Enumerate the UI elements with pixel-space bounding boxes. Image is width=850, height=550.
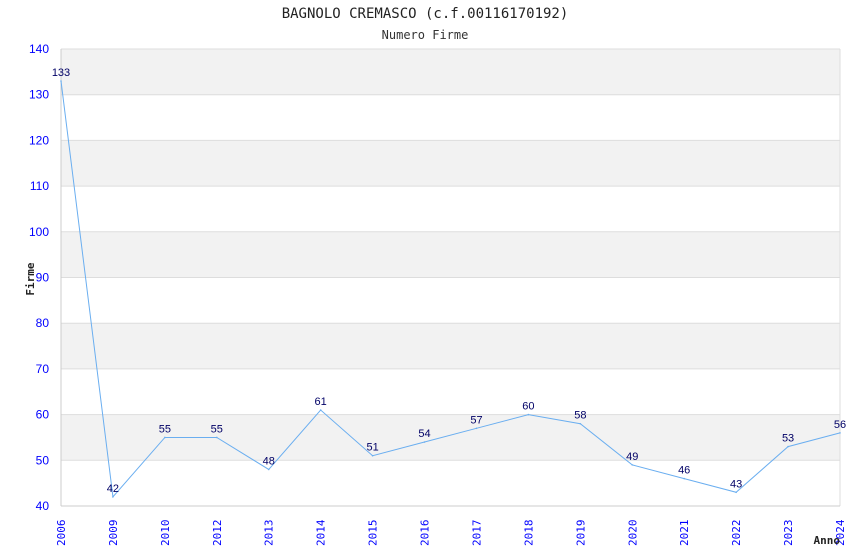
data-point [683, 477, 685, 480]
data-point [839, 432, 841, 434]
y-axis-label: Firme [24, 262, 37, 295]
line-chart: 40 50 60 70 80 90 100 110 120 130 140 2006 2009 2010 2… [24, 42, 847, 547]
x-tick-label: 2013 [263, 520, 276, 547]
y-tick-label: 140 [29, 42, 49, 56]
data-label: 55 [211, 423, 223, 435]
x-tick-label: 2018 [522, 520, 535, 547]
x-tick-label: 2022 [730, 520, 743, 547]
data-label: 57 [470, 414, 482, 426]
data-point [787, 445, 789, 448]
data-point [371, 454, 374, 457]
x-tick-label: 2023 [782, 520, 795, 547]
data-point [631, 464, 634, 466]
grid-band [61, 140, 840, 187]
data-label: 49 [626, 451, 638, 463]
y-tick-label: 50 [36, 453, 50, 467]
data-point [216, 436, 218, 439]
data-label: 55 [159, 423, 171, 435]
x-tick-label: 2017 [470, 520, 483, 547]
y-tick-label: 60 [36, 408, 50, 422]
data-label: 60 [522, 401, 534, 413]
y-tick-label: 40 [36, 499, 50, 513]
x-tick-label: 2015 [367, 520, 380, 547]
y-tick-label: 70 [36, 362, 50, 376]
x-tick-label: 2009 [107, 520, 120, 547]
x-tick-label: 2020 [626, 520, 639, 547]
data-point [527, 413, 530, 416]
data-label: 58 [574, 410, 586, 422]
data-label: 51 [366, 442, 378, 454]
grid-band [61, 49, 840, 95]
data-point [60, 80, 62, 82]
data-label: 54 [418, 428, 430, 440]
data-point [164, 436, 166, 439]
y-tick-label: 110 [30, 179, 49, 193]
data-label: 61 [315, 396, 327, 408]
data-label: 43 [730, 478, 742, 490]
data-point [267, 468, 270, 471]
y-tick-label: 80 [36, 316, 50, 330]
x-tick-label: 2016 [419, 520, 432, 547]
data-label: 56 [834, 419, 846, 431]
data-point [319, 409, 322, 411]
x-tick-label: 2012 [211, 520, 224, 547]
y-tick-label: 90 [36, 271, 50, 285]
grid-band [61, 231, 840, 278]
y-tick-label: 120 [29, 133, 49, 147]
x-tick-label: 2021 [678, 520, 691, 547]
data-point [423, 441, 426, 443]
data-point [475, 427, 478, 430]
data-label: 42 [107, 483, 119, 495]
x-axis-label: Anno [814, 534, 841, 547]
x-tick-label: 2014 [315, 519, 328, 546]
data-label: 53 [782, 433, 794, 445]
x-tick-label: 2010 [159, 520, 172, 547]
x-tick-label: 2019 [574, 520, 587, 547]
data-label: 46 [678, 465, 690, 477]
grid-band [61, 323, 840, 369]
data-point [112, 496, 114, 498]
data-point [735, 491, 737, 494]
y-tick-label: 130 [29, 88, 49, 102]
data-point [579, 422, 582, 425]
data-label: 48 [263, 455, 275, 467]
y-tick-label: 100 [29, 225, 49, 239]
data-label: 133 [52, 67, 70, 79]
x-tick-label: 2006 [55, 520, 68, 547]
